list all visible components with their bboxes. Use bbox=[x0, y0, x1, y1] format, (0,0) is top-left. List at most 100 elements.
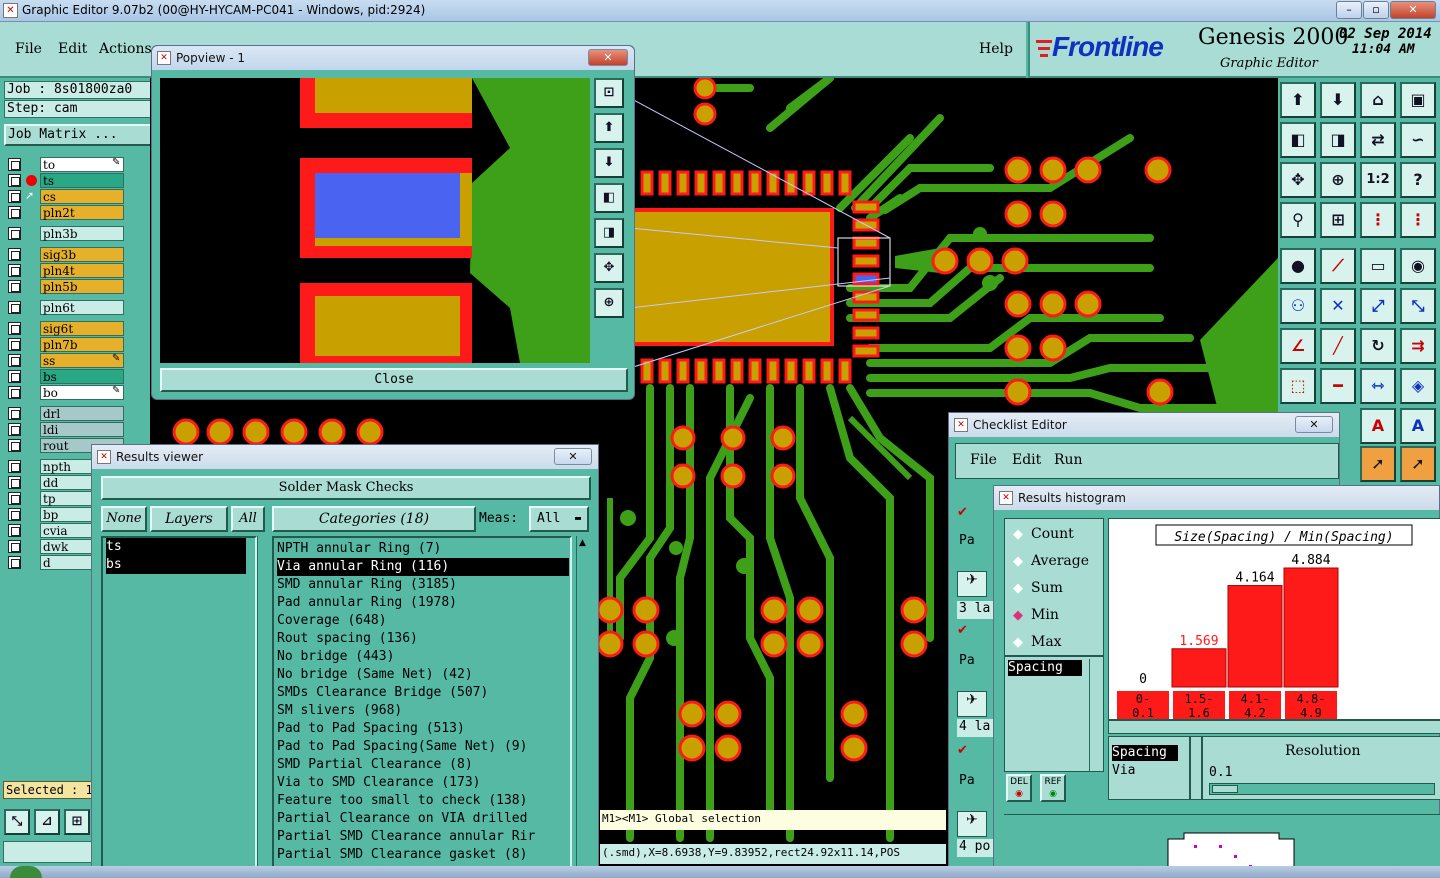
category-item[interactable]: No bridge (Same Net) (42) bbox=[277, 666, 473, 684]
meas-select[interactable]: All ▬ bbox=[529, 506, 589, 532]
layer-name[interactable]: pln7b bbox=[40, 337, 124, 352]
angle-icon[interactable]: ∠ bbox=[1280, 328, 1316, 364]
layer-row-bs[interactable]: bs bbox=[8, 369, 124, 384]
category-item[interactable]: SMD annular Ring (3185) bbox=[277, 576, 457, 594]
layer-name[interactable]: sig3b bbox=[40, 247, 124, 262]
categories-button[interactable]: Categories (18) bbox=[272, 506, 476, 532]
checklist-run-icon[interactable]: ✈ bbox=[957, 571, 987, 597]
checklist-close-icon[interactable]: ✕ bbox=[1295, 416, 1333, 433]
menu-edit[interactable]: Edit bbox=[58, 41, 87, 57]
layer-stack-icon[interactable]: ⋮ bbox=[1360, 202, 1396, 238]
layer-checkbox[interactable] bbox=[8, 227, 21, 240]
connect-icon[interactable]: ⤢ bbox=[1360, 288, 1396, 324]
layer-results-list[interactable]: ts bs bbox=[101, 536, 257, 878]
layer-row-ldi[interactable]: ldi bbox=[8, 422, 124, 437]
window-icon[interactable]: ▣ bbox=[1400, 82, 1436, 118]
histogram-bar-3[interactable] bbox=[1283, 567, 1339, 688]
home-down-icon[interactable]: ⬇ bbox=[1320, 82, 1356, 118]
maximize-button[interactable]: ▫ bbox=[1363, 1, 1389, 19]
category-item[interactable]: Via annular Ring (116) bbox=[277, 558, 569, 576]
popview-down-icon[interactable]: ⬇ bbox=[594, 148, 624, 178]
checklist-run-icon[interactable]: ✈ bbox=[957, 691, 987, 717]
histogram-bar-1[interactable] bbox=[1171, 648, 1227, 688]
menu-actions[interactable]: Actions bbox=[99, 41, 152, 57]
radio-diamond-icon[interactable]: ◆ bbox=[1013, 635, 1023, 650]
checklist-check-icon[interactable]: ✔ bbox=[957, 505, 979, 523]
layer-checkbox[interactable] bbox=[8, 370, 21, 383]
layer-row-pln3b[interactable]: pln3b bbox=[8, 226, 124, 241]
scale-1-2-icon[interactable]: 1:2 bbox=[1360, 162, 1396, 198]
popview-up-icon[interactable]: ⬆ bbox=[594, 113, 624, 143]
step-icon[interactable]: ∽ bbox=[1400, 122, 1436, 158]
layer-checkbox[interactable] bbox=[8, 301, 21, 314]
text-a-icon[interactable]: A bbox=[1360, 408, 1396, 444]
checklist-menu-run[interactable]: Run bbox=[1054, 452, 1083, 468]
select-area-icon[interactable]: ⬚ bbox=[1280, 368, 1316, 404]
bottom-list-scrollbar[interactable] bbox=[1190, 736, 1202, 800]
layers-button[interactable]: Layers bbox=[150, 506, 228, 532]
layer-checkbox[interactable] bbox=[8, 476, 21, 489]
layer-name[interactable]: ldi bbox=[40, 422, 124, 437]
checklist-item-label[interactable]: Pa bbox=[957, 653, 993, 671]
bottom-list[interactable]: Spacing Via bbox=[1108, 736, 1190, 800]
layer-checkbox[interactable] bbox=[8, 322, 21, 335]
bottom-item-via[interactable]: Via bbox=[1112, 763, 1178, 779]
checklist-menu-edit[interactable]: Edit bbox=[1012, 452, 1041, 468]
layer-row-pln7b[interactable]: pln7b bbox=[8, 337, 124, 352]
ref-button[interactable]: REF ◉ bbox=[1040, 774, 1066, 802]
grid-icon[interactable]: ⊞ bbox=[64, 809, 90, 835]
minus-icon[interactable]: ━ bbox=[1320, 368, 1356, 404]
layer-row-ss[interactable]: ss ✎ bbox=[8, 353, 124, 368]
flip-icon[interactable]: ⇉ bbox=[1400, 328, 1436, 364]
checklist-item-label[interactable]: Pa bbox=[957, 773, 993, 791]
minimize-button[interactable]: – bbox=[1336, 1, 1362, 19]
checklist-item-label[interactable]: 4 la bbox=[957, 719, 993, 737]
layer-checkbox[interactable] bbox=[8, 338, 21, 351]
checklist-menu-file[interactable]: File bbox=[970, 452, 997, 468]
zoom-area-icon[interactable]: ⤡ bbox=[4, 809, 30, 835]
popview-center-icon[interactable]: ⊕ bbox=[594, 288, 624, 318]
layer-checkbox[interactable] bbox=[8, 158, 21, 171]
slash-icon[interactable]: ╱ bbox=[1320, 328, 1356, 364]
layer-row-pln4t[interactable]: pln4t bbox=[8, 263, 124, 278]
layer-checkbox[interactable] bbox=[8, 423, 21, 436]
layer-checkbox[interactable] bbox=[8, 280, 21, 293]
text-a-alt-icon[interactable]: A bbox=[1400, 408, 1436, 444]
bottom-item-spacing[interactable]: Spacing bbox=[1112, 745, 1178, 761]
option-min[interactable]: ◆ Min bbox=[1013, 606, 1103, 626]
category-item[interactable]: Via to SMD Clearance (173) bbox=[277, 774, 481, 792]
histogram-hscroll[interactable] bbox=[1108, 720, 1440, 734]
layer-row-cs[interactable]: ➚ cs bbox=[8, 189, 124, 204]
move-left-icon[interactable]: ◧ bbox=[1280, 122, 1316, 158]
layer-checkbox[interactable] bbox=[8, 190, 21, 203]
scroll-up-icon[interactable]: ▲ bbox=[579, 538, 586, 548]
layer-checkbox[interactable] bbox=[8, 556, 21, 569]
option-average[interactable]: ◆ Average bbox=[1013, 552, 1103, 572]
home-up-icon[interactable]: ⬆ bbox=[1280, 82, 1316, 118]
results-viewer-close-icon[interactable]: ✕ bbox=[554, 448, 592, 465]
shapes-icon[interactable]: ◈ bbox=[1400, 368, 1436, 404]
pad-icon[interactable]: ● bbox=[1280, 248, 1316, 284]
layer-list-scrollbar[interactable] bbox=[257, 536, 271, 878]
layer-checkbox[interactable] bbox=[8, 264, 21, 277]
radio-diamond-icon[interactable]: ◆ bbox=[1013, 608, 1023, 623]
category-item[interactable]: NPTH annular Ring (7) bbox=[277, 540, 441, 558]
start-button-icon[interactable] bbox=[10, 866, 42, 878]
layer-row-pln6t[interactable]: pln6t bbox=[8, 300, 124, 315]
layer-row-to[interactable]: to ✎ bbox=[8, 157, 124, 172]
popview-canvas[interactable] bbox=[160, 78, 590, 363]
field-item-spacing[interactable]: Spacing bbox=[1008, 660, 1082, 676]
checklist-run-icon[interactable]: ✈ bbox=[957, 811, 987, 837]
field-list-scrollbar[interactable] bbox=[1089, 659, 1101, 771]
histogram-bar-2[interactable] bbox=[1227, 585, 1283, 688]
option-max[interactable]: ◆ Max bbox=[1013, 633, 1103, 653]
layer-row-ts[interactable]: ts bbox=[8, 173, 124, 188]
resize-icon[interactable]: ⇿ bbox=[1360, 368, 1396, 404]
category-item[interactable]: SMD Partial Clearance (8) bbox=[277, 756, 473, 774]
move-right-icon[interactable]: ◨ bbox=[1320, 122, 1356, 158]
layer-checkbox[interactable] bbox=[8, 174, 21, 187]
checklist-item-label[interactable]: 3 la bbox=[957, 601, 993, 619]
checklist-item-label[interactable]: Pa bbox=[957, 533, 993, 551]
mirror-icon[interactable]: ⇄ bbox=[1360, 122, 1396, 158]
layer-row-bo[interactable]: bo ✎ bbox=[8, 385, 124, 400]
